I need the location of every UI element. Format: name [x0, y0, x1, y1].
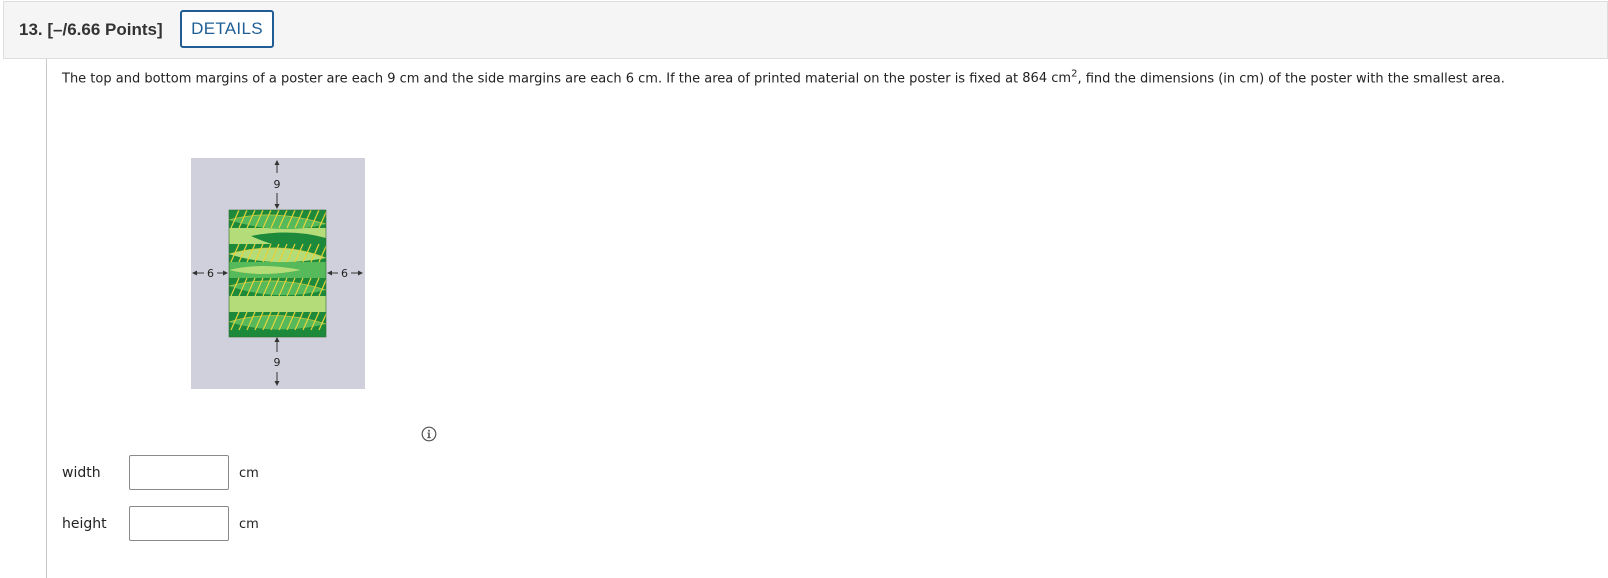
- printed-area: [229, 210, 326, 337]
- bottom-margin-label: 9: [274, 356, 281, 369]
- question-points: [–/6.66 Points]: [47, 20, 163, 39]
- right-margin-label: 6: [341, 267, 348, 280]
- problem-text-after: , find the dimensions (in cm) of the pos…: [1077, 71, 1505, 87]
- problem-text-before: The top and bottom margins of a poster a…: [62, 71, 1023, 87]
- question-title: 13. [–/6.66 Points]: [19, 20, 163, 40]
- left-margin-label: 6: [207, 267, 214, 280]
- poster-figure: 9 9 6 6: [191, 158, 365, 389]
- info-icon[interactable]: [421, 426, 437, 442]
- height-unit: cm: [239, 517, 259, 532]
- problem-statement: The top and bottom margins of a poster a…: [62, 69, 1505, 86]
- width-input[interactable]: [129, 455, 229, 490]
- height-input[interactable]: [129, 506, 229, 541]
- area-expression: 864 cm2: [1022, 69, 1077, 87]
- area-unit: cm: [1051, 71, 1072, 87]
- height-label: height: [62, 516, 107, 532]
- width-label: width: [62, 465, 101, 481]
- details-button[interactable]: DETAILS: [180, 10, 274, 48]
- question-left-rule: [46, 59, 47, 578]
- question-number: 13.: [19, 20, 43, 39]
- top-margin-label: 9: [274, 178, 281, 191]
- width-unit: cm: [239, 466, 259, 481]
- area-value: 864: [1022, 71, 1048, 87]
